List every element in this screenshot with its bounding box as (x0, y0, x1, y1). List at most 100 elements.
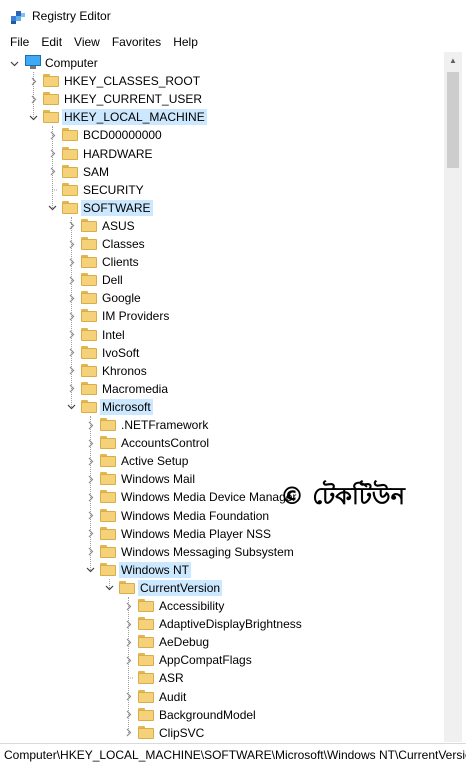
chevron-right-icon[interactable] (46, 163, 58, 181)
chevron-right-icon[interactable] (65, 344, 77, 362)
chevron-right-icon[interactable] (65, 253, 77, 271)
tree-node[interactable]: SECURITY (4, 181, 444, 199)
tree-node[interactable]: Windows NT (4, 561, 444, 579)
tree-node-label[interactable]: HKEY_LOCAL_MACHINE (62, 109, 207, 126)
tree-node-label[interactable]: AccountsControl (119, 435, 211, 451)
tree-node[interactable]: AeDebug (4, 633, 444, 651)
tree-node[interactable]: Accessibility (4, 597, 444, 615)
tree-node-label[interactable]: CurrentVersion (138, 579, 223, 596)
tree-node-label[interactable]: Windows Mail (119, 471, 197, 487)
tree-node-label[interactable]: Accessibility (157, 598, 226, 614)
chevron-right-icon[interactable] (84, 470, 96, 488)
tree-node[interactable]: ASUS (4, 217, 444, 235)
tree-node[interactable]: Dell (4, 271, 444, 289)
tree-node-label[interactable]: Classes (100, 236, 147, 252)
tree-node[interactable]: Active Setup (4, 452, 444, 470)
menu-favorites[interactable]: Favorites (106, 32, 167, 52)
tree-node-label[interactable]: Khronos (100, 363, 149, 379)
menu-view[interactable]: View (68, 32, 106, 52)
tree-node-label[interactable]: AdaptiveDisplayBrightness (157, 616, 304, 632)
tree-node-label[interactable]: Clients (100, 254, 141, 270)
tree-node[interactable]: HARDWARE (4, 145, 444, 163)
chevron-down-icon[interactable] (8, 54, 20, 72)
tree-node-label[interactable]: Dell (100, 272, 125, 288)
tree-node[interactable]: AdaptiveDisplayBrightness (4, 615, 444, 633)
tree-node[interactable]: HKEY_LOCAL_MACHINE (4, 108, 444, 126)
chevron-right-icon[interactable] (84, 452, 96, 470)
chevron-right-icon[interactable] (65, 326, 77, 344)
chevron-down-icon[interactable] (27, 108, 39, 126)
chevron-right-icon[interactable] (65, 307, 77, 325)
tree-node[interactable]: IM Providers (4, 307, 444, 325)
tree-node-label[interactable]: BCD00000000 (81, 127, 164, 143)
chevron-right-icon[interactable] (65, 217, 77, 235)
tree-node[interactable]: CurrentVersion (4, 579, 444, 597)
tree-node-label[interactable]: SAM (81, 164, 111, 180)
chevron-right-icon[interactable] (46, 126, 58, 144)
tree-node[interactable]: SOFTWARE (4, 199, 444, 217)
tree-node[interactable]: Audit (4, 688, 444, 706)
tree-node-label[interactable]: Microsoft (100, 398, 153, 415)
chevron-right-icon[interactable] (65, 235, 77, 253)
chevron-right-icon[interactable] (65, 380, 77, 398)
chevron-down-icon[interactable] (46, 199, 58, 217)
tree-node[interactable]: Windows Messaging Subsystem (4, 543, 444, 561)
tree-node[interactable]: Clients (4, 253, 444, 271)
tree-node-label[interactable]: Computer (43, 55, 100, 71)
tree-node-label[interactable]: HARDWARE (81, 146, 155, 162)
chevron-right-icon[interactable] (65, 289, 77, 307)
tree-node-label[interactable]: Audit (157, 689, 188, 705)
tree-node-label[interactable]: Windows NT (119, 561, 192, 578)
scroll-thumb[interactable] (447, 72, 459, 168)
chevron-right-icon[interactable] (122, 706, 134, 724)
tree-node-label[interactable]: Google (100, 290, 143, 306)
tree-node[interactable]: HKEY_CURRENT_USER (4, 90, 444, 108)
tree-node-label[interactable]: HKEY_CURRENT_USER (62, 91, 204, 107)
chevron-right-icon[interactable] (122, 651, 134, 669)
tree-node[interactable]: HKEY_CLASSES_ROOT (4, 72, 444, 90)
chevron-right-icon[interactable] (46, 145, 58, 163)
chevron-right-icon[interactable] (122, 633, 134, 651)
chevron-right-icon[interactable] (122, 597, 134, 615)
chevron-right-icon[interactable] (65, 271, 77, 289)
tree-node[interactable]: Intel (4, 326, 444, 344)
tree-node-label[interactable]: SECURITY (81, 182, 146, 198)
tree-node-label[interactable]: SOFTWARE (81, 199, 153, 216)
chevron-right-icon[interactable] (122, 688, 134, 706)
chevron-right-icon[interactable] (84, 525, 96, 543)
tree-node-label[interactable]: Active Setup (119, 453, 190, 469)
chevron-down-icon[interactable] (65, 398, 77, 416)
chevron-down-icon[interactable] (84, 561, 96, 579)
chevron-right-icon[interactable] (122, 615, 134, 633)
tree-node-label[interactable]: AppCompatFlags (157, 652, 254, 668)
tree-node[interactable]: Macromedia (4, 380, 444, 398)
tree-node[interactable]: Classes (4, 235, 444, 253)
menu-file[interactable]: File (4, 32, 35, 52)
chevron-right-icon[interactable] (84, 543, 96, 561)
scroll-up-arrow-icon[interactable]: ▲ (444, 52, 462, 69)
tree-node-label[interactable]: ASR (157, 670, 186, 686)
tree-node-label[interactable]: IvoSoft (100, 345, 141, 361)
tree-node-label[interactable]: ASUS (100, 218, 137, 234)
tree-node[interactable]: Khronos (4, 362, 444, 380)
chevron-down-icon[interactable] (103, 579, 115, 597)
tree-node[interactable]: ASR (4, 669, 444, 687)
tree-node[interactable]: AccountsControl (4, 434, 444, 452)
tree-node-label[interactable]: Macromedia (100, 381, 170, 397)
menu-help[interactable]: Help (167, 32, 204, 52)
tree-node[interactable]: SAM (4, 163, 444, 181)
vertical-scrollbar[interactable]: ▲ (444, 52, 462, 742)
tree-node-label[interactable]: AeDebug (157, 634, 211, 650)
chevron-right-icon[interactable] (84, 434, 96, 452)
tree-node[interactable]: Google (4, 289, 444, 307)
tree-node-label[interactable]: Windows Media Foundation (119, 508, 271, 524)
tree-node-label[interactable]: HKEY_CLASSES_ROOT (62, 73, 202, 89)
chevron-right-icon[interactable] (27, 90, 39, 108)
tree-node-label[interactable]: IM Providers (100, 308, 171, 324)
tree-node[interactable]: IvoSoft (4, 344, 444, 362)
chevron-right-icon[interactable] (84, 416, 96, 434)
tree-node[interactable]: AppCompatFlags (4, 651, 444, 669)
chevron-right-icon[interactable] (65, 362, 77, 380)
tree-node[interactable]: Windows Media Player NSS (4, 525, 444, 543)
registry-tree[interactable]: Computer HKEY_CLASSES_ROOT HKEY_CURRENT_US… (4, 52, 444, 742)
